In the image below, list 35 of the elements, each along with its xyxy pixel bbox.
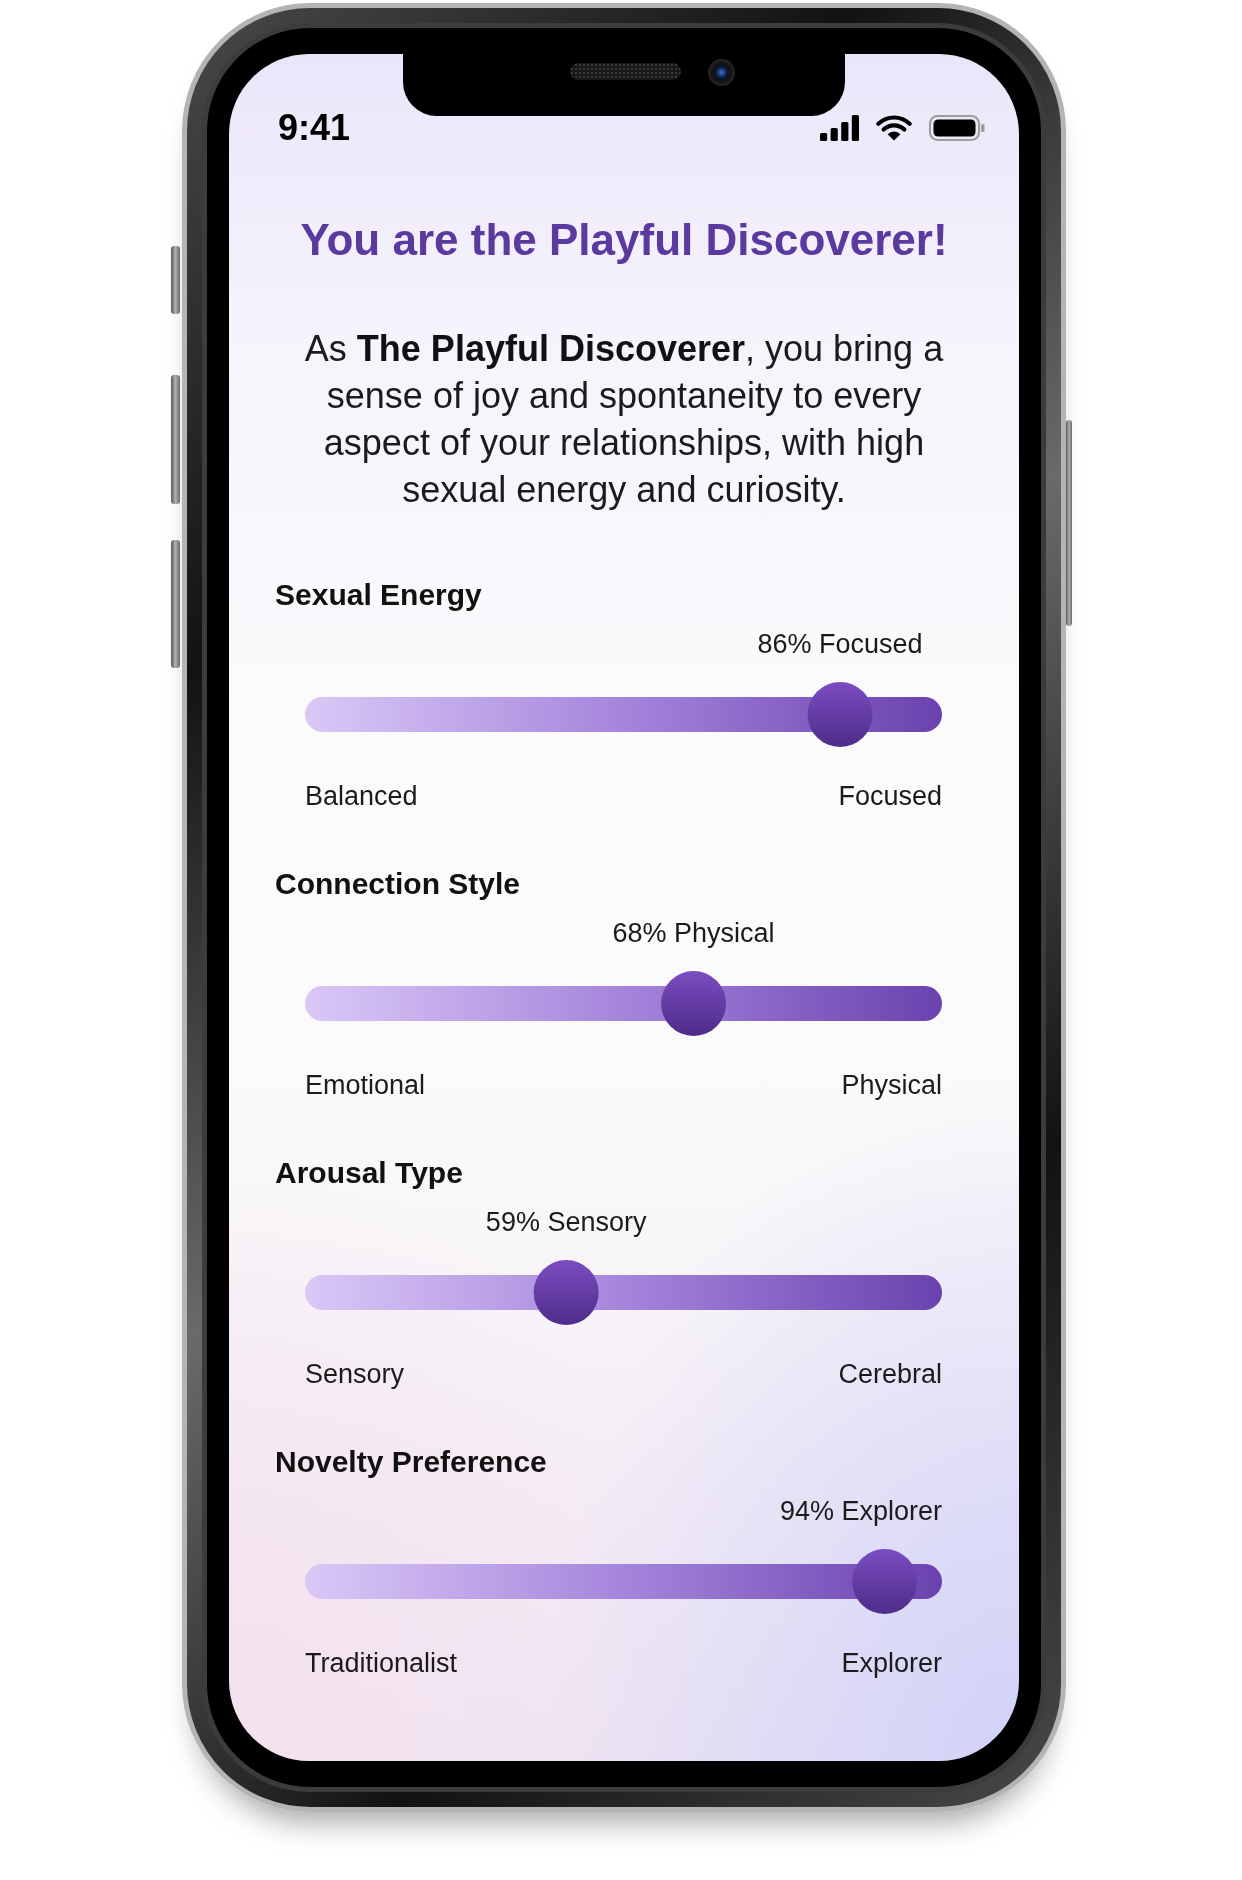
slider-track[interactable] (305, 1260, 942, 1325)
status-time: 9:41 (278, 106, 351, 150)
slider-reading: 59% Sensory (485, 1206, 647, 1238)
slider-reading: 68% Physical (612, 917, 775, 949)
result-description: As The Playful Discoverer, you bring a sense of joy and spontaneity to every aspect of your relationships, with high sexual energy and curiosity. (303, 327, 945, 512)
slider-max-label: Cerebral (838, 1358, 942, 1390)
slider-thumb[interactable] (533, 1260, 599, 1325)
slider-track[interactable] (305, 971, 942, 1036)
signal-icon (820, 115, 859, 141)
slider-thumb[interactable] (807, 682, 873, 747)
slider-reading: 94% Explorer (779, 1495, 942, 1527)
side-button[interactable] (171, 540, 180, 668)
slider-title: Arousal Type (275, 1155, 464, 1191)
slider-min-label: Emotional (305, 1069, 426, 1101)
camera-icon (708, 59, 735, 86)
slider-min-label: Balanced (305, 780, 418, 812)
slider-track[interactable] (305, 682, 942, 747)
battery-icon (929, 115, 985, 141)
slider-title: Novelty Preference (275, 1444, 548, 1480)
wifi-icon (876, 115, 912, 141)
side-button[interactable] (171, 375, 180, 504)
slider-max-label: Explorer (841, 1647, 942, 1679)
slider-min-label: Traditionalist (305, 1647, 458, 1679)
slider-max-label: Focused (838, 780, 942, 812)
result-title: You are the Playful Discoverer! (299, 214, 949, 266)
side-button[interactable] (171, 246, 180, 314)
slider-thumb[interactable] (852, 1549, 918, 1614)
slider-title: Sexual Energy (275, 577, 483, 613)
slider-max-label: Physical (841, 1069, 942, 1101)
slider-reading: 86% Focused (757, 628, 923, 660)
slider-track[interactable] (305, 1549, 942, 1614)
speaker-grille-icon (570, 63, 681, 80)
slider-title: Connection Style (275, 866, 522, 902)
slider-thumb[interactable] (661, 971, 727, 1036)
slider-min-label: Sensory (305, 1358, 405, 1390)
